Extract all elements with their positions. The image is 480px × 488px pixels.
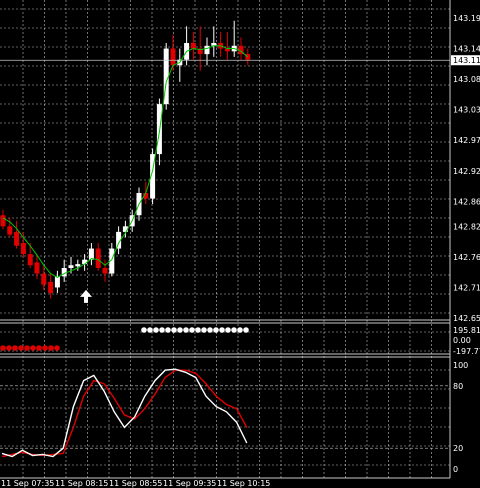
price-tick-label: 142.655 [453,314,480,323]
price-tick-label: 142.865 [453,197,480,206]
signal-dot-down [18,345,24,351]
candle-body [48,281,54,293]
stoch-tick-label: 20 [453,444,463,453]
signal-dot-down [48,345,54,351]
time-tick-label: 11 Sep 08:15 [55,479,108,488]
signal-dot-up [201,327,207,333]
stoch-tick-label: 80 [453,382,463,391]
candle-body [27,254,33,266]
signal-dot-up [141,327,147,333]
signal-dot-up [225,327,231,333]
candle-body [14,231,20,246]
signal-tick-label: -197.778 [453,347,480,356]
stoch-tick-label: 100 [453,361,468,370]
signal-dot-up [171,327,177,333]
signal-dot-up [189,327,195,333]
candle-body [7,226,13,235]
candle-body [68,265,74,268]
stochastic-panel: 100 80 20 0 [0,361,468,474]
signal-tick-label: 0.00 [453,336,471,345]
signal-dot-up [153,327,159,333]
price-tick-label: 143.195 [453,14,480,23]
signal-dot-up [165,327,171,333]
stoch-tick-label: 0 [453,465,458,474]
price-tick-label: 142.765 [453,253,480,262]
signal-dot-down [24,345,30,351]
signal-dot-up [177,327,183,333]
candle-body [88,248,94,260]
candle-body [82,259,88,265]
signal-tick-label: 195.818 [453,326,480,335]
stoch-main-line [1,368,248,458]
signal-dot-down [30,345,36,351]
candle-body [34,262,40,274]
signal-dot-down [54,345,60,351]
ma-line [2,45,249,279]
candle-body [170,48,176,66]
price-tick-label: 142.710 [453,283,480,292]
candle-body [95,248,101,268]
signal-dot-up [231,327,237,333]
time-tick-label: 11 Sep 10:15 [217,479,270,488]
time-tick-label: 11 Sep 09:35 [163,479,216,488]
signal-dot-down [12,345,18,351]
signal-dot-up [159,327,165,333]
price-tick-label: 142.920 [453,167,480,176]
price-tick-label: 143.085 [453,75,480,84]
time-tick-label: 11 Sep 08:55 [109,479,162,488]
signal-dot-down [36,345,42,351]
current-price-label: 143.119 [453,56,480,65]
candle-body [20,243,26,255]
price-tick-label: 142.975 [453,136,480,145]
price-tick-label: 143.030 [453,106,480,115]
time-axis: 11 Sep 07:35 11 Sep 08:15 11 Sep 08:55 11 S… [1,479,270,488]
candles [0,20,450,303]
trading-chart[interactable]: 143.195 143.140 143.085 143.030 142.975 142.9… [0,0,480,488]
price-axis: 143.195 143.140 143.085 143.030 142.975 142.9… [451,14,480,323]
signal-dot-up [219,327,225,333]
signal-dot-up [237,327,243,333]
signal-dot-down [6,345,12,351]
price-tick-label: 143.140 [453,45,480,54]
stoch-signal-line [1,369,248,458]
signal-dot-down [0,345,6,351]
candle-body [75,264,81,267]
candle-body [0,215,6,227]
moving-average [2,45,249,279]
candle-body [102,268,108,274]
signal-dot-up [213,327,219,333]
signal-dot-up [183,327,189,333]
price-tick-label: 142.820 [453,222,480,231]
signal-dot-down [42,345,48,351]
signal-panel: 195.8180.00 -197.778 [0,326,480,356]
candle-body [41,273,47,285]
signal-dot-up [195,327,201,333]
signal-dot-up [147,327,153,333]
time-tick-label: 11 Sep 07:35 [1,479,54,488]
grid [0,0,450,478]
signal-dot-up [243,327,249,333]
buy-arrow-icon [80,289,92,303]
candle-body [204,45,210,55]
candle-body [190,43,196,49]
signal-dot-up [207,327,213,333]
